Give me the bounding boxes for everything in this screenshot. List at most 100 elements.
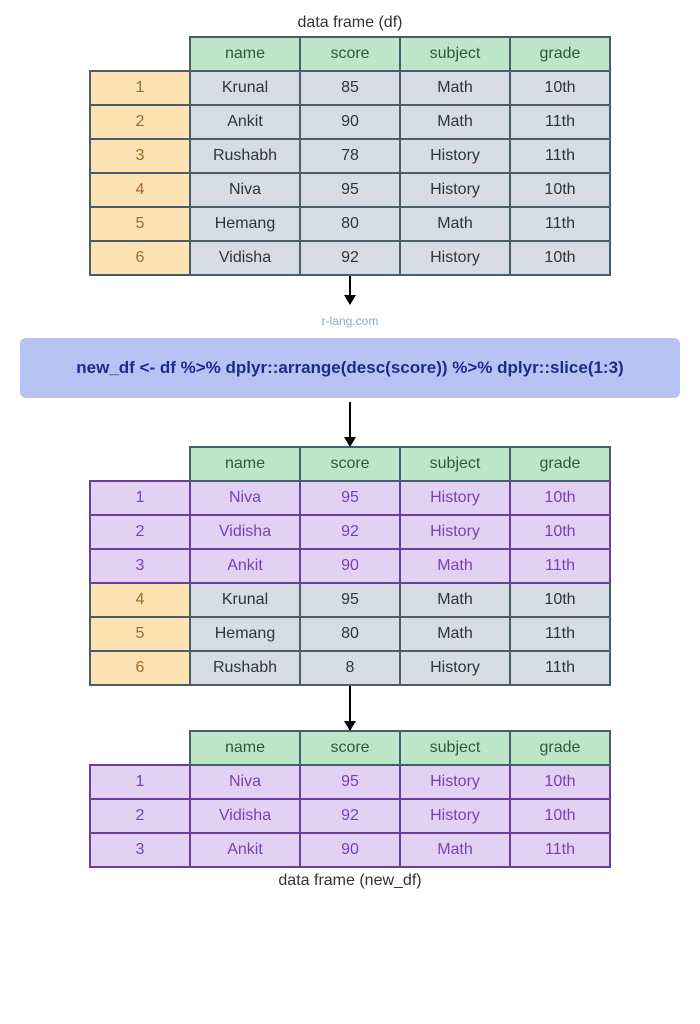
table-row: 2Vidisha92History10th [90, 515, 610, 549]
cell-subject: History [400, 765, 510, 799]
bottom-label: data frame (new_df) [278, 872, 421, 890]
cell-score: 8 [300, 651, 400, 685]
table-new-df: name score subject grade 1Niva95History1… [89, 730, 611, 868]
row-index: 4 [90, 583, 190, 617]
row-index: 2 [90, 105, 190, 139]
table-row: 5Hemang80Math11th [90, 617, 610, 651]
table-row: 5Hemang80Math11th [90, 207, 610, 241]
cell-subject: History [400, 139, 510, 173]
cell-grade: 10th [510, 71, 610, 105]
table-row: 4Niva95History10th [90, 173, 610, 207]
idx-spacer [90, 447, 190, 481]
cell-name: Rushabh [190, 139, 300, 173]
col-header-name: name [190, 731, 300, 765]
cell-grade: 11th [510, 549, 610, 583]
col-header-score: score [300, 37, 400, 71]
table-row: 1Krunal85Math10th [90, 71, 610, 105]
cell-name: Vidisha [190, 799, 300, 833]
row-index: 6 [90, 651, 190, 685]
cell-score: 80 [300, 617, 400, 651]
cell-grade: 11th [510, 207, 610, 241]
cell-name: Niva [190, 173, 300, 207]
cell-subject: Math [400, 583, 510, 617]
top-label: data frame (df) [298, 14, 403, 32]
cell-grade: 11th [510, 833, 610, 867]
cell-subject: Math [400, 617, 510, 651]
cell-grade: 11th [510, 651, 610, 685]
table-row: 4Krunal95Math10th [90, 583, 610, 617]
row-index: 3 [90, 139, 190, 173]
table-row: 3Ankit90Math11th [90, 833, 610, 867]
arrow-down-icon [349, 402, 351, 446]
cell-subject: Math [400, 71, 510, 105]
cell-subject: History [400, 173, 510, 207]
cell-grade: 11th [510, 617, 610, 651]
cell-score: 95 [300, 583, 400, 617]
cell-name: Vidisha [190, 515, 300, 549]
cell-grade: 10th [510, 173, 610, 207]
row-index: 3 [90, 549, 190, 583]
col-header-grade: grade [510, 37, 610, 71]
cell-name: Ankit [190, 833, 300, 867]
col-header-score: score [300, 447, 400, 481]
cell-subject: Math [400, 207, 510, 241]
col-header-subject: subject [400, 447, 510, 481]
cell-name: Rushabh [190, 651, 300, 685]
table-row: 2Ankit90Math11th [90, 105, 610, 139]
cell-score: 95 [300, 765, 400, 799]
table-df: name score subject grade 1Krunal85Math10… [89, 36, 611, 276]
table-row: 1Niva95History10th [90, 765, 610, 799]
col-header-subject: subject [400, 37, 510, 71]
col-header-subject: subject [400, 731, 510, 765]
table-sorted: name score subject grade 1Niva95History1… [89, 446, 611, 686]
row-index: 2 [90, 515, 190, 549]
row-index: 6 [90, 241, 190, 275]
cell-grade: 10th [510, 515, 610, 549]
row-index: 5 [90, 617, 190, 651]
cell-subject: Math [400, 833, 510, 867]
row-index: 1 [90, 765, 190, 799]
table-row: 6Rushabh8History11th [90, 651, 610, 685]
idx-spacer [90, 37, 190, 71]
cell-grade: 10th [510, 583, 610, 617]
table-row: 6Vidisha92History10th [90, 241, 610, 275]
table-row: 3Ankit90Math11th [90, 549, 610, 583]
cell-subject: History [400, 241, 510, 275]
cell-score: 92 [300, 241, 400, 275]
cell-score: 92 [300, 515, 400, 549]
cell-grade: 10th [510, 765, 610, 799]
cell-subject: History [400, 651, 510, 685]
arrow-down-icon [349, 276, 351, 304]
cell-name: Hemang [190, 207, 300, 241]
cell-score: 90 [300, 105, 400, 139]
cell-name: Niva [190, 481, 300, 515]
cell-grade: 11th [510, 139, 610, 173]
cell-name: Hemang [190, 617, 300, 651]
cell-name: Krunal [190, 583, 300, 617]
row-index: 1 [90, 71, 190, 105]
cell-score: 78 [300, 139, 400, 173]
arrow-down-icon [349, 686, 351, 730]
idx-spacer [90, 731, 190, 765]
cell-subject: Math [400, 549, 510, 583]
cell-subject: History [400, 481, 510, 515]
cell-subject: History [400, 799, 510, 833]
cell-grade: 11th [510, 105, 610, 139]
table-row: 1Niva95History10th [90, 481, 610, 515]
cell-grade: 10th [510, 799, 610, 833]
row-index: 3 [90, 833, 190, 867]
cell-score: 85 [300, 71, 400, 105]
cell-score: 90 [300, 549, 400, 583]
row-index: 1 [90, 481, 190, 515]
cell-name: Vidisha [190, 241, 300, 275]
table-row: 3Rushabh78History11th [90, 139, 610, 173]
col-header-score: score [300, 731, 400, 765]
col-header-name: name [190, 37, 300, 71]
cell-grade: 10th [510, 481, 610, 515]
cell-score: 90 [300, 833, 400, 867]
watermark: r-lang.com [322, 314, 379, 328]
col-header-grade: grade [510, 731, 610, 765]
cell-name: Niva [190, 765, 300, 799]
col-header-name: name [190, 447, 300, 481]
cell-score: 80 [300, 207, 400, 241]
